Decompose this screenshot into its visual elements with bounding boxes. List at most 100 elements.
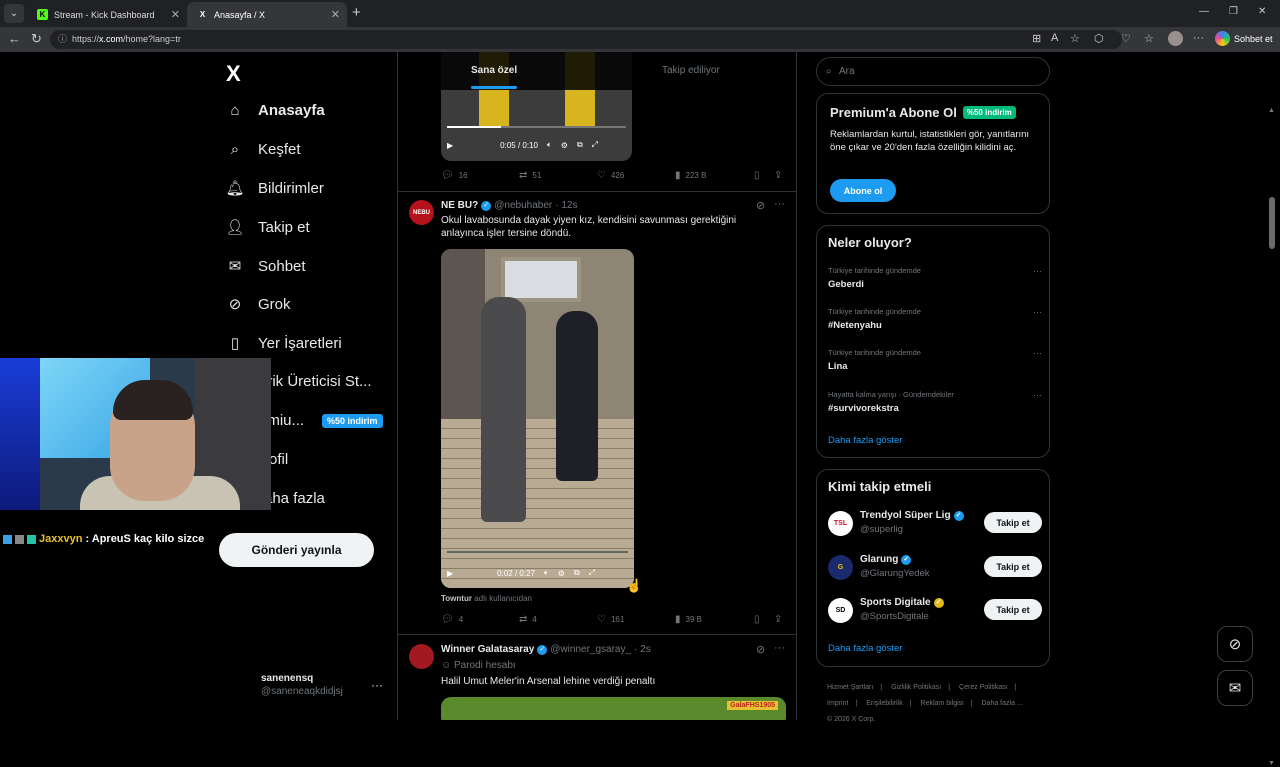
favorite-star-icon[interactable]: ☆: [1070, 32, 1080, 45]
show-more-trends-link[interactable]: Daha fazla göster: [828, 435, 902, 446]
x-logo[interactable]: X: [226, 61, 241, 87]
trend-item[interactable]: Türkiye tarihinde gündemde Lina ···: [828, 348, 1042, 372]
video-progress[interactable]: [447, 551, 628, 553]
trend-item[interactable]: Türkiye tarihinde gündemde #Netenyahu ··…: [828, 307, 1042, 331]
extension-icon[interactable]: ⬡: [1094, 32, 1104, 45]
back-icon[interactable]: ←: [8, 31, 21, 46]
scroll-up-icon[interactable]: ▲: [1268, 107, 1275, 114]
app-icon[interactable]: ⊞: [1032, 32, 1041, 45]
nav-item-follow[interactable]: 👤︎ Takip et: [225, 218, 309, 237]
grok-icon[interactable]: ⊘: [756, 199, 765, 212]
more-options-icon[interactable]: ···: [1033, 266, 1042, 276]
more-options-icon[interactable]: ···: [1033, 390, 1042, 400]
video-player[interactable]: ▶ 0:02 / 0:27 🔈︎ ⚙ ⧉ ⤢: [441, 249, 634, 588]
maximize-icon[interactable]: ❐: [1229, 6, 1238, 17]
tab-following[interactable]: Takip ediliyor: [662, 65, 720, 76]
post-button[interactable]: Gönderi yayınla: [219, 533, 374, 567]
volume-icon[interactable]: 🔈︎: [544, 568, 549, 578]
close-tab-icon[interactable]: ✕: [171, 8, 180, 21]
close-window-icon[interactable]: ✕: [1258, 6, 1266, 17]
collections-icon[interactable]: ☆: [1144, 32, 1154, 45]
messages-floating-button[interactable]: ✉: [1217, 670, 1253, 706]
grok-floating-button[interactable]: ⊘: [1217, 626, 1253, 662]
copilot-button[interactable]: Sohbet et: [1215, 31, 1273, 46]
repost-button[interactable]: ⇄ 51: [519, 170, 541, 181]
tab-actions-menu[interactable]: ⌄: [4, 4, 24, 23]
follow-button[interactable]: Takip et: [984, 512, 1042, 533]
minimize-icon[interactable]: —: [1199, 6, 1209, 17]
credit-user[interactable]: Towntur: [441, 594, 472, 603]
search-input[interactable]: ⌕ Ara: [816, 57, 1050, 86]
page-scrollbar[interactable]: ▲ ▼: [1268, 107, 1276, 767]
follow-suggestion[interactable]: SD Sports Digitale ✓ @SportsDigitale Taki…: [828, 595, 1042, 625]
author-handle[interactable]: @winner_gsaray_: [550, 644, 631, 655]
tab-for-you[interactable]: Sana özel: [471, 65, 517, 76]
pip-icon[interactable]: ⧉: [577, 140, 583, 150]
grok-icon[interactable]: ⊘: [756, 643, 765, 656]
post-time[interactable]: · 12s: [555, 200, 577, 211]
scroll-down-icon[interactable]: ▼: [1268, 760, 1275, 767]
new-tab-button[interactable]: +: [352, 4, 361, 21]
account-more-icon[interactable]: ···: [371, 678, 383, 692]
bookmark-button[interactable]: ▯: [754, 614, 760, 625]
share-button[interactable]: ⇪: [774, 170, 782, 181]
share-button[interactable]: ⇪: [774, 614, 782, 625]
nav-item-explore[interactable]: ⌕ Keşfet: [226, 140, 301, 158]
scrollbar-thumb[interactable]: [1269, 197, 1275, 249]
more-options-icon[interactable]: ···: [774, 642, 785, 654]
more-options-icon[interactable]: ···: [1033, 307, 1042, 317]
follow-button[interactable]: Takip et: [984, 599, 1042, 620]
like-button[interactable]: ♡ 426: [597, 170, 624, 181]
nav-item-notifications[interactable]: 🔔︎ Bildirimler: [225, 179, 323, 198]
more-options-icon[interactable]: ···: [774, 198, 785, 210]
footer-more-link[interactable]: Daha fazla ...: [982, 700, 1023, 707]
footer-link[interactable]: Gizlilik Politikası: [891, 684, 941, 691]
bookmark-button[interactable]: ▯: [754, 170, 760, 181]
post-image[interactable]: GalaFHS1905: [441, 697, 786, 720]
tab-x-home[interactable]: X Anasayfa / X ✕: [187, 2, 347, 27]
play-icon[interactable]: ▶: [447, 569, 453, 578]
subscribe-button[interactable]: Abone ol: [830, 179, 896, 202]
post-time[interactable]: · 2s: [634, 644, 651, 655]
footer-link[interactable]: Imprint: [827, 700, 848, 707]
close-tab-icon[interactable]: ✕: [331, 8, 340, 21]
follow-suggestion[interactable]: G Glarung ✓ @GlarungYedek Takip et: [828, 552, 1042, 582]
nav-item-profile[interactable]: ofil: [269, 451, 288, 468]
repost-button[interactable]: ⇄ 4: [519, 614, 537, 625]
nav-item-creator-studio[interactable]: erik Üreticisi St...: [259, 373, 372, 390]
like-button[interactable]: ♡ 161: [597, 614, 624, 625]
play-icon[interactable]: ▶: [447, 141, 453, 150]
profile-avatar[interactable]: [1168, 31, 1183, 46]
nav-item-more[interactable]: aha fazla: [264, 490, 325, 507]
volume-icon[interactable]: 🔈︎: [547, 140, 552, 150]
settings-more-icon[interactable]: ···: [1193, 32, 1204, 44]
address-bar[interactable]: ⓘ https://x.com/home?lang=tr: [50, 30, 1122, 49]
follow-button[interactable]: Takip et: [984, 556, 1042, 577]
refresh-icon[interactable]: ↻: [31, 31, 42, 47]
footer-link[interactable]: Çerez Politikası: [959, 684, 1008, 691]
nav-item-home[interactable]: ⌂ Anasayfa: [226, 101, 324, 119]
trend-item[interactable]: Hayatta kalma yarışı · Gündemdekiler #su…: [828, 390, 1042, 414]
settings-icon[interactable]: ⚙: [561, 141, 568, 150]
browser-essentials-icon[interactable]: ♡: [1121, 32, 1131, 45]
views-button[interactable]: ▮ 223 B: [675, 170, 706, 181]
footer-link[interactable]: Reklam bilgisi: [921, 700, 964, 707]
footer-link[interactable]: Erişilebilirlik: [866, 700, 903, 707]
video-progress[interactable]: [447, 126, 626, 128]
account-switcher[interactable]: sanenensq @saneneaqkdidjsj: [261, 673, 343, 697]
follow-suggestion[interactable]: TSL Trendyol Süper Lig ✓ @superlig Takip …: [828, 508, 1042, 538]
read-aloud-icon[interactable]: A: [1051, 32, 1058, 44]
pip-icon[interactable]: ⧉: [574, 568, 580, 578]
site-info-icon[interactable]: ⓘ: [58, 30, 67, 49]
show-more-follow-link[interactable]: Daha fazla göster: [828, 643, 902, 654]
more-options-icon[interactable]: ···: [1033, 348, 1042, 358]
nav-item-grok[interactable]: ⊘ Grok: [226, 295, 291, 314]
reply-button[interactable]: 💬︎ 4: [441, 614, 463, 625]
author-handle[interactable]: @nebuhaber: [494, 200, 552, 211]
settings-icon[interactable]: ⚙: [558, 569, 565, 578]
author-name[interactable]: NE BU?: [441, 200, 478, 211]
author-name[interactable]: Winner Galatasaray: [441, 644, 534, 655]
trend-item[interactable]: Türkiye tarihinde gündemde Geberdi ···: [828, 266, 1042, 290]
footer-link[interactable]: Hizmet Şartları: [827, 684, 873, 691]
avatar[interactable]: NEBU: [409, 200, 434, 225]
